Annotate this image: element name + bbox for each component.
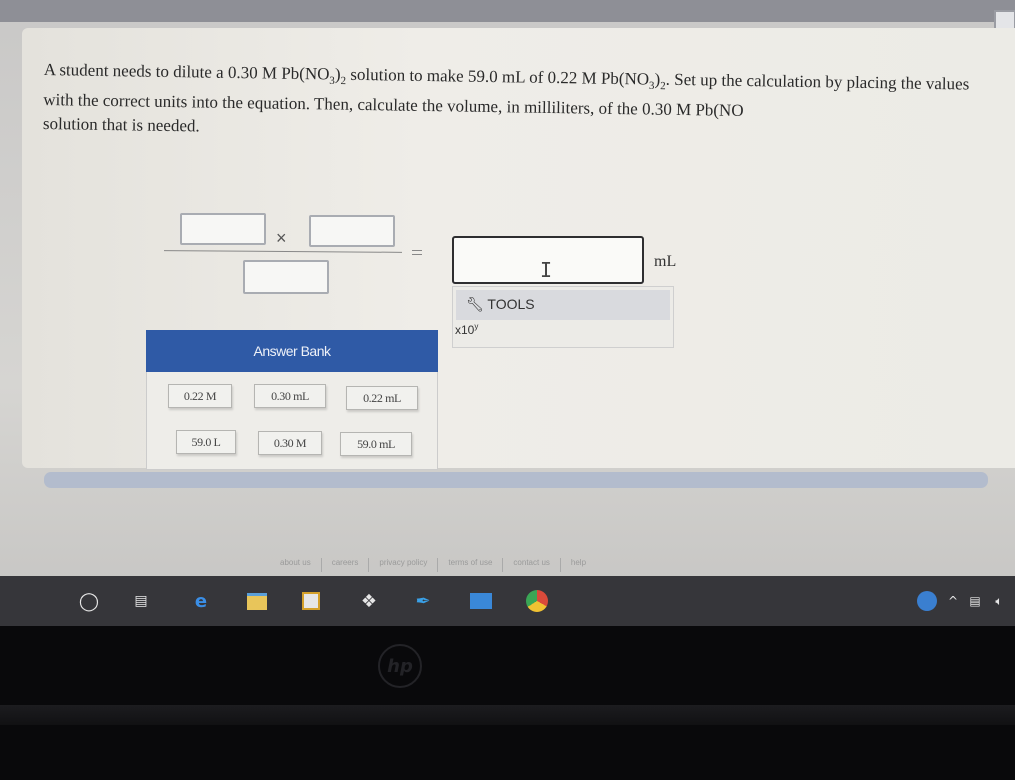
question-text: A student needs to dilute a 0.30 M Pb(NO… <box>42 59 970 136</box>
chip-59-0-l[interactable]: 59.0 L <box>176 430 236 454</box>
denominator-box[interactable] <box>243 260 329 294</box>
task-view-icon[interactable]: ▤ <box>128 588 154 614</box>
numerator-box-left[interactable] <box>180 213 266 245</box>
volume-icon[interactable]: 🔈︎ <box>986 588 1012 614</box>
footer-link-about[interactable]: about us <box>270 558 322 572</box>
answer-bank-title: Answer Bank <box>146 330 438 372</box>
network-icon[interactable]: ▤ <box>962 588 988 614</box>
footer-link-privacy[interactable]: privacy policy <box>369 558 439 572</box>
answer-unit: mL <box>654 253 677 270</box>
feather-icon[interactable]: ✒ <box>410 588 436 614</box>
browser-top-strip <box>0 0 1015 22</box>
dropbox-icon[interactable]: ❖ <box>356 588 382 614</box>
help-tray-icon[interactable] <box>914 588 940 614</box>
text-cursor-icon: I <box>540 258 553 282</box>
chip-0-22-ml[interactable]: 0.22 mL <box>346 386 418 410</box>
numerator-box-right[interactable] <box>309 215 395 247</box>
monitor-bezel <box>0 626 1015 780</box>
mail-icon[interactable] <box>468 588 494 614</box>
tools-label[interactable]: 🔧︎ TOOLS <box>466 296 535 313</box>
file-explorer-icon[interactable] <box>244 588 270 614</box>
cortana-icon[interactable]: ◯ <box>76 588 102 614</box>
footer-link-contact[interactable]: contact us <box>503 558 561 572</box>
footer-link-help[interactable]: help <box>561 558 596 572</box>
footer-link-careers[interactable]: careers <box>322 558 370 572</box>
hp-logo: hp <box>378 644 422 688</box>
screen: A student needs to dilute a 0.30 M Pb(NO… <box>0 0 1015 640</box>
footer-link-terms[interactable]: terms of use <box>438 558 504 572</box>
edge-icon[interactable]: e <box>188 588 214 614</box>
times-operator: × <box>276 228 287 248</box>
desk-edge <box>0 705 1015 725</box>
sci-notation-button[interactable]: x10y <box>455 322 478 337</box>
chip-59-0-ml[interactable]: 59.0 mL <box>340 432 412 456</box>
horizontal-scrollbar[interactable] <box>44 472 988 488</box>
wrench-icon: 🔧︎ <box>466 296 484 312</box>
chrome-icon[interactable] <box>524 588 550 614</box>
store-icon[interactable] <box>298 588 324 614</box>
chip-0-30-m[interactable]: 0.30 M <box>258 431 322 455</box>
chip-0-22-m[interactable]: 0.22 M <box>168 384 232 408</box>
equals-sign <box>412 250 422 255</box>
chip-0-30-ml[interactable]: 0.30 mL <box>254 384 326 408</box>
footer-links: about us careers privacy policy terms of… <box>270 558 690 572</box>
